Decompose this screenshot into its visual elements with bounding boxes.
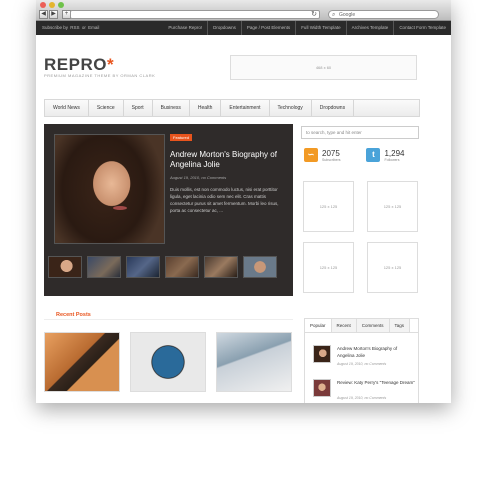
- topbar-link-dropdowns[interactable]: Dropdowns: [207, 21, 236, 35]
- address-bar[interactable]: ↻: [70, 10, 320, 19]
- recent-post-image[interactable]: [216, 332, 292, 392]
- sidebar-ad-4[interactable]: 125 x 125: [367, 242, 418, 293]
- tab-recent[interactable]: Recent: [331, 319, 357, 332]
- featured-thumb[interactable]: [87, 256, 121, 278]
- nav-item-world-news[interactable]: World News: [45, 100, 89, 116]
- featured-image[interactable]: [54, 134, 165, 244]
- social-counters: ∽ 2075 Subscribers t 1,294 Followers: [304, 148, 405, 162]
- featured-title[interactable]: Andrew Morton's Biography of Angelina Jo…: [170, 150, 290, 170]
- featured-thumb[interactable]: [165, 256, 199, 278]
- featured-excerpt: Duis mollis, est non commodo luctus, nis…: [170, 187, 279, 213]
- logo-star: *: [106, 55, 115, 74]
- header-ad-banner[interactable]: 468 x 60: [230, 55, 417, 80]
- subscribers-count: 2075: [322, 148, 340, 158]
- or-label: or: [81, 25, 86, 30]
- tab-comments[interactable]: Comments: [356, 319, 390, 332]
- nav-item-technology[interactable]: Technology: [270, 100, 312, 116]
- subscribe-label: Subscribe by: [42, 25, 69, 30]
- topbar-link-purchase[interactable]: Purchase Repro!: [163, 21, 202, 35]
- site-logo[interactable]: REPRO*: [44, 55, 114, 75]
- tab-popular[interactable]: Popular: [305, 319, 332, 332]
- followers-count: 1,294: [384, 148, 405, 158]
- minimize-button[interactable]: [49, 2, 55, 8]
- browser-toolbar: ◀ ▶ + ↻ ⌕ Google: [36, 0, 451, 21]
- sidebar-ad-2[interactable]: 125 x 125: [367, 181, 418, 232]
- site-tagline: PREMIUM MAGAZINE THEME BY ORMAN CLARK: [44, 73, 156, 78]
- window-controls: [40, 2, 64, 8]
- twitter-counter[interactable]: t 1,294 Followers: [366, 148, 405, 162]
- sidebar-tabs: Popular Recent Comments Tags Andrew Mort…: [304, 318, 419, 403]
- topbar-link-full-width[interactable]: Full Width Template: [295, 21, 341, 35]
- featured-thumbnails: [48, 256, 277, 278]
- tab-bar: Popular Recent Comments Tags: [305, 319, 418, 333]
- subscribe-links: Subscribe by RSS or Email: [42, 25, 100, 30]
- maximize-button[interactable]: [58, 2, 64, 8]
- tab-item-title[interactable]: Review: Katy Perry's "Teenage Dream": [337, 379, 415, 386]
- main-nav: World News Science Sport Business Health…: [44, 99, 420, 117]
- nav-item-science[interactable]: Science: [89, 100, 124, 116]
- rss-icon: ∽: [304, 148, 318, 162]
- tab-item-date: August 19, 2010, no Comments: [337, 396, 387, 400]
- nav-item-dropdowns[interactable]: Dropdowns: [312, 100, 355, 116]
- nav-item-health[interactable]: Health: [190, 100, 222, 116]
- refresh-icon[interactable]: ↻: [311, 11, 317, 19]
- topbar-link-contact[interactable]: Contact Form Template: [393, 21, 446, 35]
- logo-text: REPRO: [44, 55, 107, 74]
- featured-thumb[interactable]: [126, 256, 160, 278]
- site-topbar: Subscribe by RSS or Email Purchase Repro…: [36, 21, 451, 35]
- tab-item-thumb[interactable]: [313, 379, 331, 397]
- topbar-page-links: Purchase Repro! Dropdowns Page / Post El…: [158, 21, 446, 35]
- browser-search-placeholder: Google: [339, 12, 356, 18]
- sidebar-search-input[interactable]: to search, type and hit enter: [301, 126, 419, 139]
- featured-thumb[interactable]: [48, 256, 82, 278]
- recent-posts-title: Recent Posts: [50, 312, 97, 318]
- tab-item-title[interactable]: Andrew Morton's Biography of Angelina Jo…: [337, 345, 415, 359]
- twitter-icon: t: [366, 148, 381, 162]
- topbar-link-page-post[interactable]: Page / Post Elements: [240, 21, 290, 35]
- nav-item-entertainment[interactable]: Entertainment: [221, 100, 270, 116]
- forward-button[interactable]: ▶: [49, 10, 58, 19]
- featured-thumb[interactable]: [243, 256, 277, 278]
- featured-slider: Featured Andrew Morton's Biography of An…: [44, 124, 293, 296]
- sidebar-ad-3[interactable]: 125 x 125: [303, 242, 354, 293]
- back-button[interactable]: ◀: [39, 10, 48, 19]
- email-link[interactable]: Email: [88, 25, 99, 30]
- rss-link[interactable]: RSS: [70, 25, 79, 30]
- nav-item-business[interactable]: Business: [153, 100, 190, 116]
- rss-counter[interactable]: ∽ 2075 Subscribers: [304, 148, 340, 162]
- recent-post-image[interactable]: [130, 332, 206, 392]
- tab-tags[interactable]: Tags: [389, 319, 411, 332]
- topbar-link-archives[interactable]: Archives Template: [345, 21, 388, 35]
- featured-date: August 19, 2010, no Comments: [170, 175, 227, 180]
- nav-item-sport[interactable]: Sport: [124, 100, 153, 116]
- featured-badge: Featured: [170, 134, 193, 141]
- subscribers-label: Subscribers: [322, 157, 341, 162]
- browser-window: ◀ ▶ + ↻ ⌕ Google Subscribe by RSS or Ema…: [36, 0, 451, 403]
- sidebar-ad-1[interactable]: 125 x 125: [303, 181, 354, 232]
- featured-image-detail: [112, 206, 127, 211]
- featured-thumb[interactable]: [204, 256, 238, 278]
- nav-buttons: ◀ ▶ +: [39, 10, 72, 19]
- tab-item-date: August 19, 2010, no Comments: [337, 362, 387, 366]
- browser-search-input[interactable]: ⌕ Google: [328, 10, 439, 19]
- close-button[interactable]: [40, 2, 46, 8]
- followers-label: Followers: [384, 157, 400, 162]
- tab-item-thumb[interactable]: [313, 345, 331, 363]
- recent-post-image[interactable]: [44, 332, 120, 392]
- search-icon: ⌕: [332, 12, 336, 18]
